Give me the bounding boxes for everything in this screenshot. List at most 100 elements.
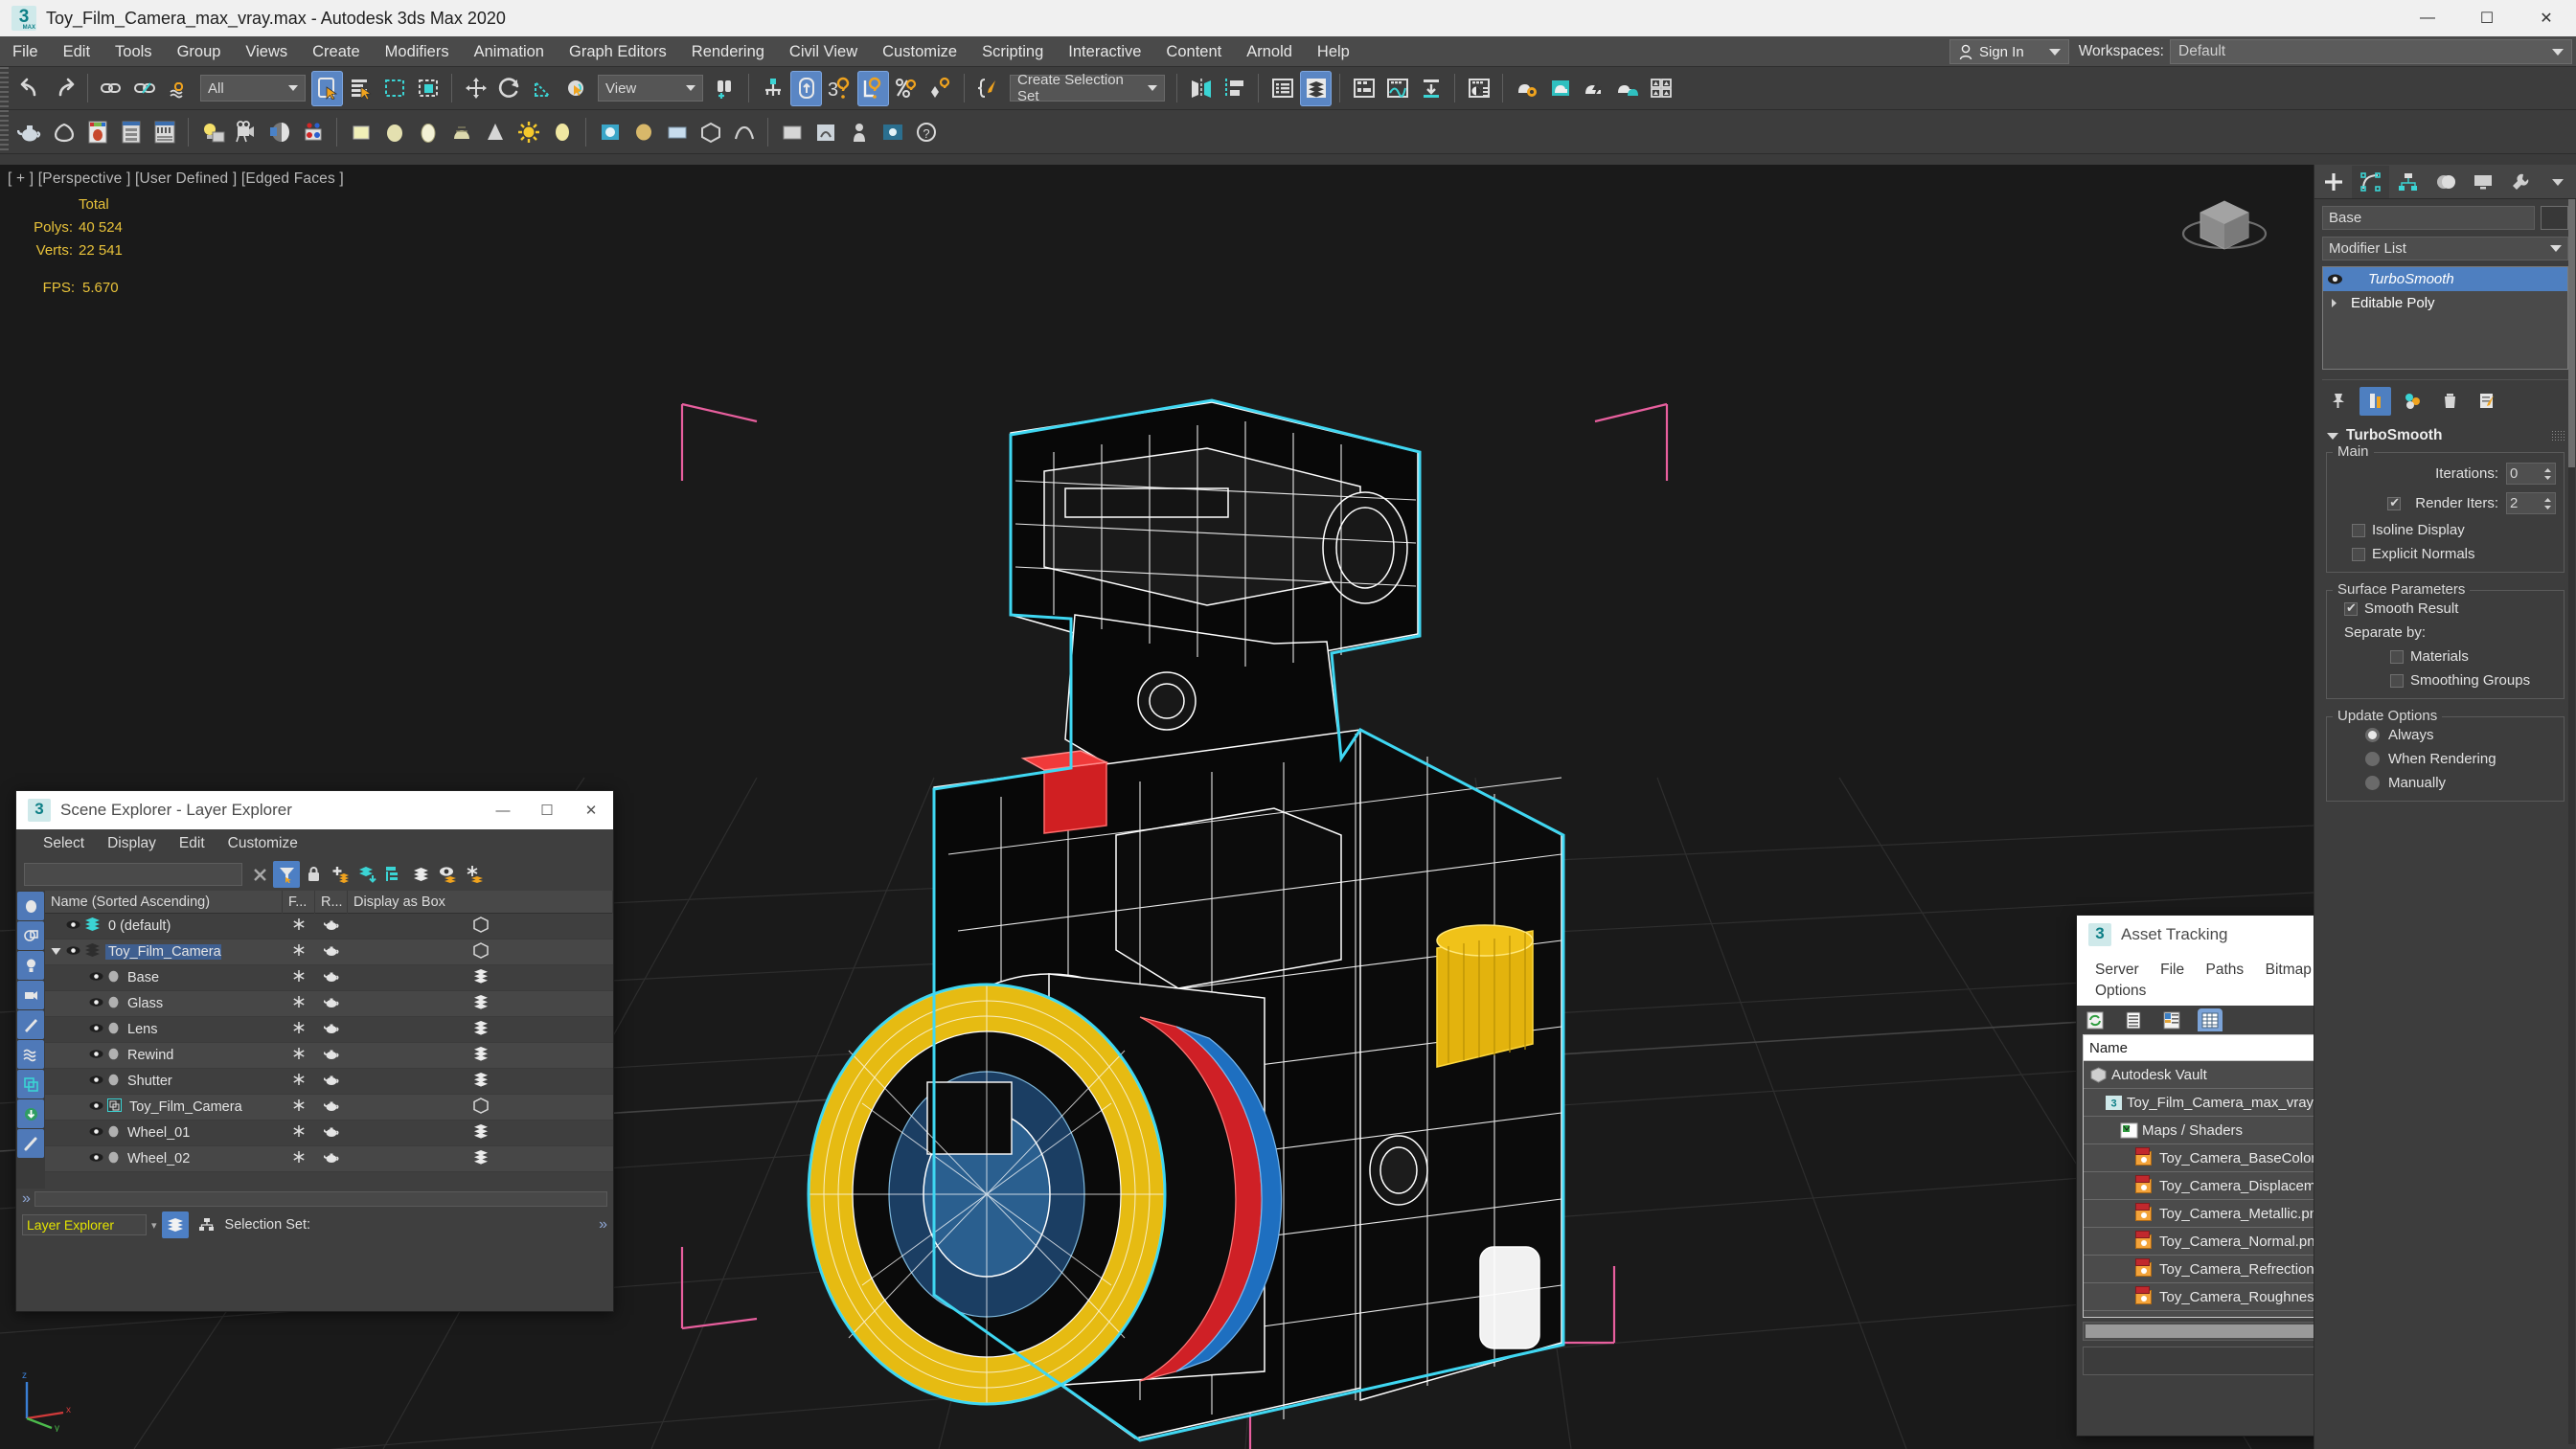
select-and-link-button[interactable] bbox=[96, 71, 127, 106]
command-panel-more-button[interactable] bbox=[2539, 166, 2576, 198]
rectangular-selection-region-button[interactable] bbox=[378, 71, 410, 106]
menu-item-views[interactable]: Views bbox=[233, 36, 300, 67]
row-freeze-toggle[interactable] bbox=[283, 1021, 315, 1038]
percent-snap-toggle-button[interactable]: 3 bbox=[824, 71, 855, 106]
detail-view-icon[interactable] bbox=[2159, 1008, 2184, 1031]
populate-button[interactable] bbox=[843, 114, 875, 149]
scene-explorer-row[interactable]: Glass bbox=[45, 991, 613, 1017]
menu-item-help[interactable]: Help bbox=[1305, 36, 1362, 67]
row-renderable-toggle[interactable] bbox=[315, 996, 348, 1012]
minimize-button[interactable]: — bbox=[2398, 0, 2457, 36]
window-crossing-toggle-button[interactable] bbox=[412, 71, 444, 106]
vray-frame-buffer-button[interactable] bbox=[877, 114, 908, 149]
row-visibility-toggle[interactable] bbox=[87, 970, 104, 985]
layer-explorer-toggle-icon[interactable] bbox=[161, 1211, 189, 1238]
render-frame-layout-button[interactable] bbox=[1645, 71, 1676, 106]
ellipsoid-primitive-button[interactable] bbox=[412, 114, 444, 149]
hide-layer-icon[interactable] bbox=[434, 861, 461, 888]
row-visibility-toggle[interactable] bbox=[87, 1074, 104, 1089]
row-visibility-toggle[interactable] bbox=[87, 1048, 104, 1063]
at-menu-file[interactable]: File bbox=[2152, 960, 2193, 981]
row-freeze-toggle[interactable] bbox=[283, 1073, 315, 1090]
select-and-scale-button[interactable] bbox=[527, 71, 559, 106]
skylight-button[interactable] bbox=[546, 114, 578, 149]
close-button[interactable]: ✕ bbox=[2517, 0, 2576, 36]
mirror-button[interactable] bbox=[1185, 71, 1217, 106]
rollout-header-turbosmooth[interactable]: TurboSmooth bbox=[2314, 427, 2576, 444]
menu-item-content[interactable]: Content bbox=[1153, 36, 1234, 67]
select-layer-objects-icon[interactable] bbox=[380, 861, 407, 888]
camera-button[interactable] bbox=[230, 114, 262, 149]
view-cube[interactable] bbox=[2172, 174, 2277, 270]
row-display-as-box-toggle[interactable] bbox=[348, 1020, 613, 1039]
scene-explorer-maximize-button[interactable]: ☐ bbox=[525, 791, 569, 829]
row-visibility-toggle[interactable] bbox=[87, 1125, 104, 1141]
filter-space-warps-icon[interactable] bbox=[17, 1040, 44, 1069]
select-and-rotate-button[interactable] bbox=[493, 71, 525, 106]
expand-triangle-icon[interactable] bbox=[51, 944, 64, 960]
filter-icon[interactable] bbox=[273, 861, 300, 888]
modifier-stack-item-turbosmooth[interactable]: TurboSmooth bbox=[2323, 267, 2567, 291]
pin-stack-button[interactable] bbox=[2322, 387, 2354, 416]
clear-search-icon[interactable] bbox=[246, 861, 273, 888]
vray-sphere-button[interactable] bbox=[627, 114, 659, 149]
scrollbar-thumb[interactable] bbox=[2568, 199, 2575, 467]
filter-lights-icon[interactable] bbox=[17, 951, 44, 980]
anaglyph-camera-button[interactable] bbox=[297, 114, 329, 149]
row-display-as-box-toggle[interactable] bbox=[348, 1046, 613, 1065]
row-freeze-toggle[interactable] bbox=[283, 969, 315, 986]
filter-groups-icon[interactable] bbox=[17, 1070, 44, 1098]
scene-explorer-row[interactable]: Rewind bbox=[45, 1043, 613, 1069]
row-display-as-box-toggle[interactable] bbox=[348, 1072, 613, 1091]
teapot-primitive-button[interactable] bbox=[14, 114, 46, 149]
row-display-as-box-toggle[interactable] bbox=[348, 968, 613, 987]
column-display-as-box[interactable]: Display as Box bbox=[348, 890, 613, 914]
row-visibility-toggle[interactable] bbox=[87, 996, 104, 1011]
row-visibility-toggle[interactable] bbox=[64, 918, 81, 934]
scene-explorer-row[interactable]: Lens bbox=[45, 1017, 613, 1043]
reference-coordinate-combo[interactable]: View bbox=[598, 75, 703, 102]
grid-view-icon[interactable] bbox=[2198, 1008, 2223, 1031]
expand-chevrons-icon[interactable]: » bbox=[22, 1190, 31, 1208]
at-menu-paths[interactable]: Paths bbox=[2198, 960, 2253, 981]
undo-button[interactable] bbox=[14, 71, 46, 106]
scene-explorer-row[interactable]: Wheel_02 bbox=[45, 1146, 613, 1172]
render-iters-checkbox[interactable] bbox=[2387, 495, 2402, 510]
tab-hierarchy[interactable] bbox=[2389, 166, 2427, 198]
scene-explorer-row[interactable]: Shutter bbox=[45, 1069, 613, 1095]
update-option-always[interactable]: Always bbox=[2335, 727, 2556, 743]
row-renderable-toggle[interactable] bbox=[315, 1125, 348, 1142]
row-display-as-box-toggle[interactable] bbox=[348, 916, 613, 937]
scene-explorer-window[interactable]: Scene Explorer - Layer Explorer — ☐ ✕ Se… bbox=[15, 790, 614, 1312]
se-menu-select[interactable]: Select bbox=[32, 829, 96, 858]
select-and-move-button[interactable] bbox=[460, 71, 491, 106]
spinner-arrows-icon[interactable] bbox=[2543, 467, 2552, 481]
sign-in-button[interactable]: Sign In bbox=[1949, 39, 2069, 64]
make-unique-button[interactable] bbox=[2397, 387, 2428, 416]
render-setup-button[interactable] bbox=[1511, 71, 1542, 106]
row-visibility-toggle[interactable] bbox=[87, 1022, 104, 1037]
menu-item-civil-view[interactable]: Civil View bbox=[777, 36, 870, 67]
menu-item-group[interactable]: Group bbox=[165, 36, 234, 67]
maximize-button[interactable]: ☐ bbox=[2457, 0, 2517, 36]
filter-helpers-icon[interactable] bbox=[17, 1010, 44, 1039]
cone-primitive-button[interactable] bbox=[479, 114, 511, 149]
viewport-label[interactable]: [ + ] [Perspective ] [User Defined ] [Ed… bbox=[8, 170, 344, 188]
spinner-arrows-icon[interactable] bbox=[2543, 497, 2552, 510]
menu-item-graph-editors[interactable]: Graph Editors bbox=[557, 36, 679, 67]
lock-icon[interactable] bbox=[300, 861, 327, 888]
tab-utilities[interactable] bbox=[2501, 166, 2539, 198]
material-browser-button[interactable] bbox=[81, 114, 113, 149]
filter-bones-icon[interactable] bbox=[17, 1129, 44, 1158]
tab-create[interactable] bbox=[2314, 166, 2352, 198]
spinner-up-down-button[interactable] bbox=[924, 71, 956, 106]
smoothing-groups-checkbox[interactable] bbox=[2390, 673, 2404, 688]
at-menu-options[interactable]: Options bbox=[2086, 981, 2154, 1002]
container-button[interactable] bbox=[776, 114, 808, 149]
row-renderable-toggle[interactable] bbox=[315, 1022, 348, 1038]
content-browser-button[interactable] bbox=[1415, 71, 1447, 106]
unlink-selection-button[interactable] bbox=[129, 71, 161, 106]
se-menu-customize[interactable]: Customize bbox=[217, 829, 309, 858]
spinner-snap-toggle-button[interactable] bbox=[857, 70, 889, 106]
explorer-mode-field[interactable]: Layer Explorer bbox=[22, 1214, 147, 1235]
